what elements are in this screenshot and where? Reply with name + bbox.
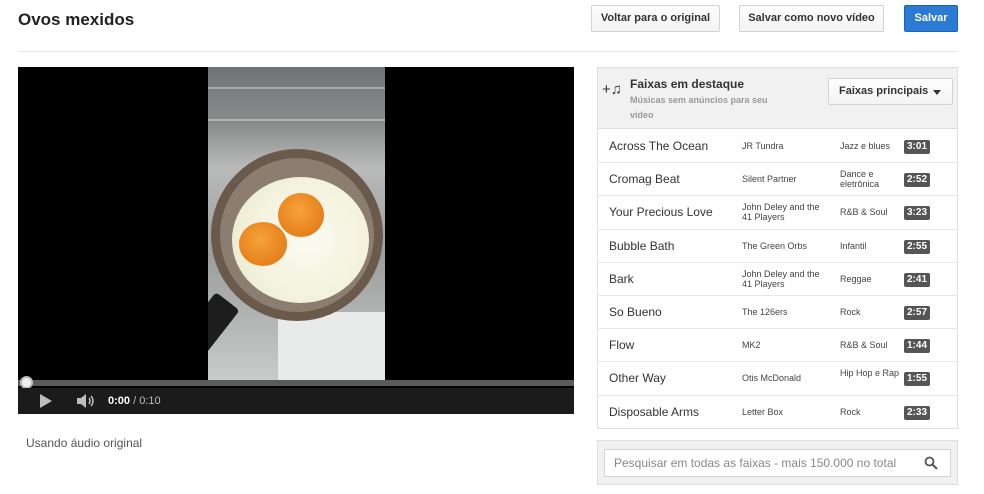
- track-duration: 2:41: [904, 272, 931, 287]
- track-duration: 1:44: [904, 339, 931, 354]
- video-frame[interactable]: [208, 67, 385, 381]
- track-row[interactable]: Cromag Beat Silent Partner Dance e eletrôn…: [598, 163, 957, 197]
- track-genre: Rock: [840, 406, 861, 417]
- progress-bar[interactable]: [18, 380, 574, 386]
- track-filter-label: Faixas principais: [839, 85, 929, 97]
- track-genre: Hip Hop e Rap: [840, 368, 900, 379]
- track-duration: 1:55: [904, 372, 931, 387]
- track-genre: R&B & Soul: [840, 340, 888, 351]
- track-row[interactable]: Bark John Deley and the 41 Players Reggae 2…: [598, 263, 957, 296]
- track-row[interactable]: Other Way Otis McDonald Hip Hop e Rap 1:55: [598, 362, 957, 396]
- tracks-panel-header: +♫ Faixas em destaque Músicas sem anúnci…: [598, 68, 957, 129]
- egg-yolk: [239, 222, 287, 266]
- track-name: Cromag Beat: [609, 172, 680, 187]
- tracks-panel-title: Faixas em destaque: [630, 77, 745, 91]
- track-row[interactable]: Flow MK2 R&B & Soul 1:44: [598, 329, 957, 363]
- track-genre: Rock: [840, 306, 861, 317]
- track-duration: 3:01: [904, 140, 931, 154]
- track-artist: Otis McDonald: [742, 373, 802, 384]
- track-artist: John Deley and the 41 Players: [742, 268, 820, 289]
- track-artist: The Green Orbs: [742, 240, 808, 251]
- track-genre: Reggae: [840, 273, 872, 284]
- chevron-down-icon: [933, 90, 941, 95]
- track-search-area: [597, 440, 958, 485]
- volume-icon[interactable]: [76, 393, 96, 409]
- track-genre: Dance e eletrônica: [840, 169, 880, 190]
- track-genre: Infantil: [840, 240, 867, 251]
- track-artist: MK2: [742, 340, 761, 351]
- music-note-add-icon: +♫: [602, 81, 623, 98]
- tracks-panel: +♫ Faixas em destaque Músicas sem anúnci…: [597, 67, 958, 429]
- stove-burner: [278, 312, 385, 381]
- wall-tile-line: [208, 119, 385, 121]
- egg-yolk: [278, 193, 324, 237]
- track-row[interactable]: Bubble Bath The Green Orbs Infantil 2:55: [598, 230, 957, 263]
- track-artist: John Deley and the 41 Players: [742, 202, 820, 223]
- video-player[interactable]: 0:00 / 0:10: [18, 67, 574, 414]
- track-row[interactable]: Your Precious Love John Deley and the 41 …: [598, 196, 957, 230]
- play-icon[interactable]: [40, 394, 52, 408]
- track-artist: JR Tundra: [742, 141, 784, 151]
- page-title: Ovos mexidos: [18, 10, 135, 29]
- player-controls: 0:00 / 0:10: [18, 388, 574, 414]
- save-button[interactable]: Salvar: [904, 5, 958, 32]
- track-list: Across The Ocean JR Tundra Jazz e blues 3:0…: [598, 130, 957, 429]
- total-duration: / 0:10: [133, 395, 161, 407]
- wall-tile-line: [208, 87, 385, 89]
- header-divider: [18, 51, 958, 52]
- audio-status-text: Usando áudio original: [26, 436, 143, 450]
- track-search-input[interactable]: [604, 449, 951, 477]
- search-icon[interactable]: [924, 456, 938, 470]
- track-name: Your Precious Love: [609, 205, 713, 220]
- track-filter-dropdown[interactable]: Faixas principais: [828, 78, 953, 105]
- track-name: So Bueno: [609, 304, 662, 319]
- track-name: Other Way: [609, 371, 666, 386]
- track-name: Bubble Bath: [609, 238, 675, 253]
- track-artist: Silent Partner: [742, 174, 797, 185]
- track-artist: The 126ers: [742, 306, 788, 317]
- track-duration: 2:33: [904, 405, 931, 420]
- track-genre: Jazz e blues: [840, 141, 891, 151]
- track-artist: Letter Box: [742, 406, 784, 417]
- track-duration: 2:55: [904, 239, 931, 254]
- track-duration: 3:23: [904, 206, 931, 221]
- pan-handle: [208, 292, 240, 381]
- tracks-panel-subtitle: Músicas sem anúncios para seu vídeo: [630, 95, 768, 120]
- track-row[interactable]: So Bueno The 126ers Rock 2:57: [598, 296, 957, 330]
- track-name: Across The Ocean: [609, 139, 709, 153]
- track-name: Bark: [609, 271, 634, 286]
- time-display: 0:00 / 0:10: [108, 395, 161, 407]
- revert-to-original-button[interactable]: Voltar para o original: [591, 5, 720, 32]
- track-duration: 2:57: [904, 305, 931, 320]
- save-as-new-video-button[interactable]: Salvar como novo vídeo: [739, 5, 884, 32]
- track-row[interactable]: Disposable Arms Letter Box Rock 2:33: [598, 396, 957, 429]
- current-time: 0:00: [108, 395, 131, 407]
- track-row[interactable]: Across The Ocean JR Tundra Jazz e blues 3:0…: [598, 130, 957, 164]
- track-name: Disposable Arms: [609, 404, 700, 419]
- track-genre: R&B & Soul: [840, 207, 888, 218]
- track-duration: 2:52: [904, 173, 931, 188]
- track-name: Flow: [609, 338, 635, 353]
